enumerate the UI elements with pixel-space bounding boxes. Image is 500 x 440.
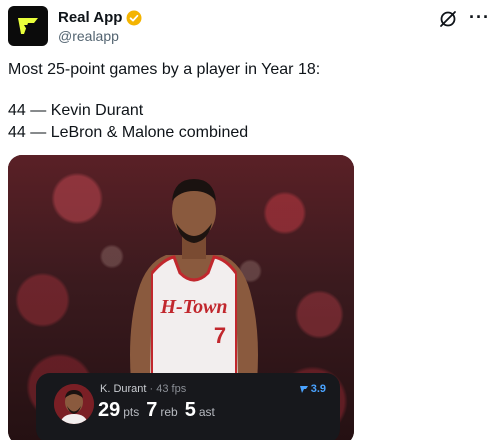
player-fps: 43 fps xyxy=(156,383,187,395)
player-name: K. Durant xyxy=(100,383,147,395)
tweet-line-3: 44 — LeBron & Malone combined xyxy=(8,124,249,141)
name-separator: · xyxy=(146,383,157,395)
account-handle[interactable]: @realapp xyxy=(58,28,119,44)
jersey-number: 7 xyxy=(214,323,226,348)
jersey-text: H-Town xyxy=(159,296,227,318)
stats-row: 29 pts 7 reb 5 ast xyxy=(98,399,222,422)
player-avatar-image xyxy=(54,384,94,424)
points-label: pts xyxy=(123,405,140,419)
player-image: H-Town 7 xyxy=(130,179,258,393)
rebounds-label: reb xyxy=(160,405,178,419)
account-display-name[interactable]: Real App xyxy=(58,9,122,26)
more-options-icon[interactable]: ··· xyxy=(469,8,490,26)
stat-card[interactable]: K. Durant · 43 fps 3.9 29 pts 7 reb 5 as… xyxy=(36,373,340,440)
grok-icon[interactable] xyxy=(438,9,458,29)
tweet-line-1: Most 25-point games by a player in Year … xyxy=(8,61,321,78)
player-avatar xyxy=(54,384,94,424)
real-app-logo-icon xyxy=(18,18,38,34)
account-name-row: Real App xyxy=(58,9,142,26)
rating-icon xyxy=(299,386,308,393)
tweet-media[interactable]: H-Town 7 K. Durant · 43 fps 3.9 29 pts 7… xyxy=(8,155,354,440)
assists-value: 5 xyxy=(184,399,196,421)
rating-value: 3.9 xyxy=(310,383,326,395)
tweet-header: Real App @realapp ··· xyxy=(8,6,492,46)
account-avatar[interactable] xyxy=(8,6,48,46)
verified-badge-icon xyxy=(126,10,142,25)
stat-name-row: K. Durant · 43 fps xyxy=(100,383,186,395)
points-value: 29 xyxy=(98,399,121,421)
assists-label: ast xyxy=(198,405,215,419)
rating-badge: 3.9 xyxy=(299,383,326,395)
rebounds-value: 7 xyxy=(146,399,158,421)
tweet-line-2: 44 — Kevin Durant xyxy=(8,102,144,119)
